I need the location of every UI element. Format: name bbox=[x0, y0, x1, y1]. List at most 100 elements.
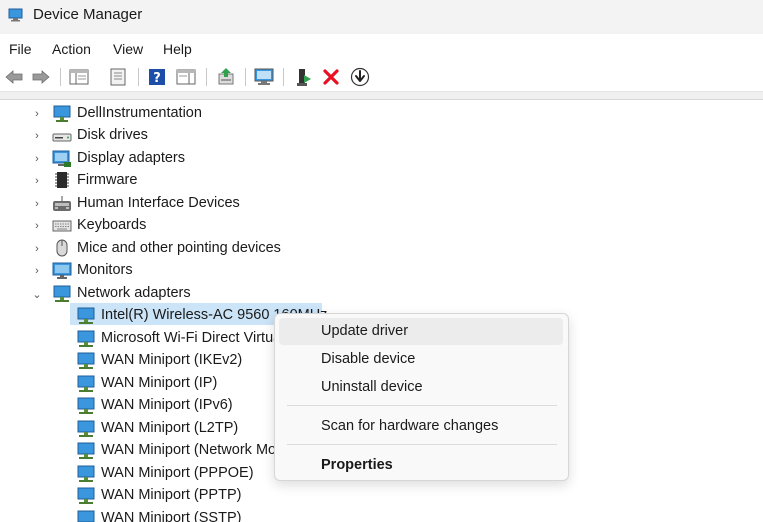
tree-item-mice[interactable]: › Mice and other pointing devices bbox=[0, 238, 400, 260]
window-title: Device Manager bbox=[33, 6, 143, 23]
network-adapter-icon bbox=[77, 487, 95, 504]
help-button[interactable]: ? bbox=[146, 66, 168, 88]
disk-drive-icon bbox=[52, 133, 72, 142]
category-label: Human Interface Devices bbox=[77, 195, 240, 211]
disable-device-menu-item[interactable]: Disable device bbox=[279, 346, 563, 373]
device-manager-app-icon bbox=[8, 8, 23, 22]
back-button[interactable] bbox=[3, 66, 25, 88]
update-driver-icon bbox=[218, 68, 234, 85]
tree-item-wan-sstp[interactable]: WAN Miniport (SSTP) bbox=[0, 508, 400, 522]
chevron-down-icon[interactable]: ⌄ bbox=[32, 289, 42, 301]
menu-action[interactable]: Action bbox=[52, 41, 91, 57]
update-driver-menu-item[interactable]: Update driver bbox=[279, 318, 563, 345]
adapter-label: WAN Miniport (SSTP) bbox=[101, 510, 242, 522]
properties-button[interactable] bbox=[107, 66, 129, 88]
tree-item-wan-pptp[interactable]: WAN Miniport (PPTP) bbox=[0, 485, 400, 507]
title-bar: Device Manager bbox=[0, 0, 763, 34]
menu-item-label: Uninstall device bbox=[321, 379, 423, 395]
context-menu: Update driver Disable device Uninstall d… bbox=[274, 313, 569, 481]
adapter-label: WAN Miniport (PPTP) bbox=[101, 487, 242, 503]
uninstall-device-button[interactable] bbox=[320, 66, 342, 88]
svg-text:?: ? bbox=[153, 71, 161, 86]
scan-hardware-icon bbox=[254, 68, 274, 85]
tree-item-human-interface-devices[interactable]: › Human Interface Devices bbox=[0, 193, 400, 215]
network-adapter-icon bbox=[53, 285, 71, 302]
toolbar-separator bbox=[245, 68, 246, 86]
chevron-right-icon[interactable]: › bbox=[32, 265, 42, 277]
adapter-label: WAN Miniport (L2TP) bbox=[101, 420, 239, 436]
enable-device-button[interactable] bbox=[292, 66, 314, 88]
uninstall-device-menu-item[interactable]: Uninstall device bbox=[279, 374, 563, 401]
menu-item-label: Disable device bbox=[321, 351, 416, 367]
tree-item-dellinstrumentation[interactable]: › DellInstrumentation bbox=[0, 103, 400, 125]
tree-item-monitors[interactable]: › Monitors bbox=[0, 260, 400, 282]
chevron-right-icon[interactable]: › bbox=[32, 198, 42, 210]
chevron-right-icon[interactable]: › bbox=[32, 153, 42, 165]
chevron-right-icon[interactable]: › bbox=[32, 108, 42, 120]
tree-item-network-adapters[interactable]: ⌄ Network adapters bbox=[0, 283, 400, 305]
network-adapter-icon bbox=[77, 352, 95, 369]
toolbar-separator bbox=[60, 68, 61, 86]
update-driver-button[interactable] bbox=[215, 66, 237, 88]
menu-separator bbox=[287, 405, 557, 406]
network-adapter-icon bbox=[77, 465, 95, 482]
action-pane-icon bbox=[176, 69, 196, 85]
toolbar-separator bbox=[283, 68, 284, 86]
category-label: Network adapters bbox=[77, 285, 191, 301]
keyboard-icon bbox=[52, 220, 72, 232]
category-label: Keyboards bbox=[77, 217, 147, 233]
chevron-right-icon[interactable]: › bbox=[32, 175, 42, 187]
show-hide-console-tree-button[interactable] bbox=[68, 66, 90, 88]
menu-item-label: Scan for hardware changes bbox=[321, 418, 499, 434]
forward-icon bbox=[32, 70, 50, 84]
tree-item-keyboards[interactable]: › Keyboards bbox=[0, 215, 400, 237]
chevron-right-icon[interactable]: › bbox=[32, 243, 42, 255]
tree-item-display-adapters[interactable]: › Display adapters bbox=[0, 148, 400, 170]
show-hide-console-tree-icon bbox=[69, 69, 89, 85]
network-adapter-icon bbox=[77, 510, 95, 522]
firmware-icon bbox=[55, 172, 69, 188]
uninstall-device-icon bbox=[323, 69, 339, 85]
chevron-right-icon[interactable]: › bbox=[32, 220, 42, 232]
menu-item-label: Update driver bbox=[321, 323, 409, 339]
network-adapter-icon bbox=[77, 442, 95, 459]
category-label: Firmware bbox=[77, 172, 138, 188]
scan-for-hardware-changes-menu-item[interactable]: Scan for hardware changes bbox=[279, 413, 563, 440]
adapter-label: WAN Miniport (PPPOE) bbox=[101, 465, 254, 481]
menu-view[interactable]: View bbox=[113, 41, 143, 57]
install-icon bbox=[350, 67, 370, 87]
network-adapter-icon bbox=[77, 307, 95, 324]
category-label: Disk drives bbox=[77, 127, 148, 143]
content-separator bbox=[0, 92, 763, 100]
tree-item-firmware[interactable]: › Firmware bbox=[0, 170, 400, 192]
toolbar-separator bbox=[138, 68, 139, 86]
chevron-right-icon[interactable]: › bbox=[32, 130, 42, 142]
help-icon: ? bbox=[149, 69, 165, 86]
properties-icon bbox=[110, 68, 126, 86]
category-label: DellInstrumentation bbox=[77, 105, 202, 121]
scan-hardware-button[interactable] bbox=[253, 66, 275, 88]
category-label: Display adapters bbox=[77, 150, 185, 166]
menu-bar: File Action View Help bbox=[0, 34, 763, 62]
menu-help[interactable]: Help bbox=[163, 41, 192, 57]
network-adapter-icon bbox=[77, 375, 95, 392]
menu-file[interactable]: File bbox=[9, 41, 32, 57]
tree-item-disk-drives[interactable]: › Disk drives bbox=[0, 125, 400, 147]
back-icon bbox=[5, 70, 23, 84]
menu-item-label: Properties bbox=[321, 457, 393, 473]
display-adapter-icon bbox=[52, 150, 71, 167]
toolbar: ? bbox=[0, 62, 763, 92]
properties-menu-item[interactable]: Properties bbox=[279, 452, 563, 479]
menu-separator bbox=[287, 444, 557, 445]
adapter-label: WAN Miniport (IPv6) bbox=[101, 397, 233, 413]
mouse-icon bbox=[56, 239, 68, 257]
category-label: Mice and other pointing devices bbox=[77, 240, 281, 256]
network-adapter-icon bbox=[77, 397, 95, 414]
adapter-label: WAN Miniport (IP) bbox=[101, 375, 218, 391]
forward-button[interactable] bbox=[30, 66, 52, 88]
action-pane-button[interactable] bbox=[175, 66, 197, 88]
hid-icon bbox=[53, 196, 71, 211]
enable-device-icon bbox=[297, 69, 311, 86]
install-button[interactable] bbox=[349, 66, 371, 88]
toolbar-separator bbox=[206, 68, 207, 86]
